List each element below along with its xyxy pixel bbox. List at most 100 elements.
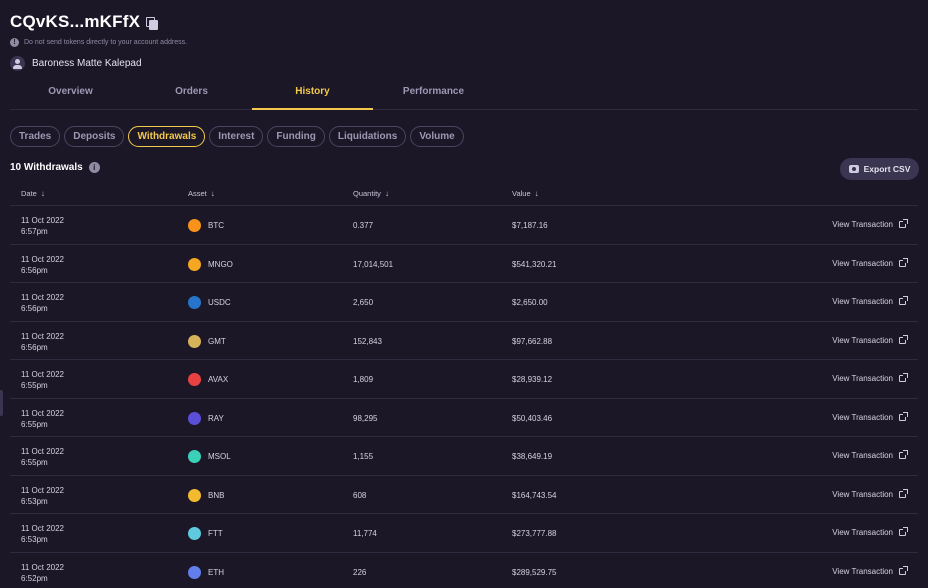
table-body: 11 Oct 2022 6:57pm BTC 0.377 $7,187.16 View T…	[10, 206, 918, 588]
row-date-day: 11 Oct 2022	[21, 331, 64, 341]
tab-orders[interactable]: Orders	[131, 78, 252, 109]
chip-volume[interactable]: Volume	[410, 126, 464, 147]
table-row: 11 Oct 2022 6:53pm FTT 11,774 $273,777.88 Vie…	[10, 514, 918, 553]
view-transaction-link[interactable]: View Transaction	[832, 488, 908, 499]
view-transaction-label: View Transaction	[832, 374, 893, 383]
export-csv-button[interactable]: Export CSV	[840, 158, 919, 180]
external-link-icon	[899, 411, 908, 421]
account-header: CQvKS...mKFfX ! Do not send tokens direc…	[10, 12, 187, 71]
copy-icon[interactable]	[146, 17, 159, 30]
chip-liquidations[interactable]: Liquidations	[328, 126, 407, 147]
info-icon[interactable]: i	[88, 162, 100, 173]
row-asset-symbol: RAY	[208, 413, 224, 423]
row-asset-symbol: BNB	[208, 490, 225, 500]
external-link-icon	[899, 488, 908, 498]
row-quantity: 1,155	[353, 452, 374, 461]
row-asset: USDC	[188, 296, 231, 309]
chip-funding[interactable]: Funding	[267, 126, 325, 147]
column-value[interactable]: Value ↓	[512, 189, 539, 198]
external-link-icon	[899, 257, 908, 267]
view-transaction-link[interactable]: View Transaction	[832, 296, 908, 306]
view-transaction-label: View Transaction	[832, 566, 893, 576]
view-transaction-link[interactable]: View Transaction	[832, 219, 908, 229]
row-date-day: 11 Oct 2022	[21, 524, 64, 533]
tab-history[interactable]: History	[252, 78, 373, 110]
row-value: $38,649.19	[512, 452, 553, 461]
table-row: 11 Oct 2022 6:55pm AVAX 1,809 $28,939.12 View…	[10, 360, 918, 399]
row-asset-symbol: BTC	[208, 221, 224, 230]
row-date-day: 11 Oct 2022	[21, 562, 64, 572]
usdc-icon	[188, 296, 201, 309]
warning-text: Do not send tokens directly to your acco…	[24, 39, 188, 46]
row-quantity: 608	[353, 490, 367, 500]
row-quantity: 226	[353, 567, 367, 577]
view-transaction-link[interactable]: View Transaction	[832, 527, 908, 537]
tab-performance[interactable]: Performance	[373, 78, 494, 109]
view-transaction-link[interactable]: View Transaction	[832, 334, 908, 345]
history-filter-chips: Trades Deposits Withdrawals Interest Fun…	[10, 126, 464, 147]
view-transaction-link[interactable]: View Transaction	[832, 411, 908, 422]
sidebar-drag-handle[interactable]	[0, 390, 3, 416]
ftt-icon	[188, 527, 201, 540]
row-date: 11 Oct 2022 6:55pm	[21, 408, 64, 430]
table-header: Date ↓ Asset ↓ Quantity ↓ Value ↓	[10, 184, 918, 206]
btc-icon	[188, 219, 201, 232]
avax-icon	[188, 373, 201, 386]
row-date-time: 6:55pm	[21, 381, 48, 390]
export-csv-label: Export CSV	[863, 164, 911, 174]
view-transaction-label: View Transaction	[832, 335, 893, 345]
row-date-day: 11 Oct 2022	[21, 408, 64, 418]
account-address: CQvKS...mKFfX	[10, 12, 141, 31]
row-asset: MNGO	[188, 257, 233, 271]
mngo-icon	[188, 257, 201, 271]
chip-deposits[interactable]: Deposits	[64, 126, 125, 147]
external-link-icon	[899, 296, 908, 305]
view-transaction-label: View Transaction	[832, 258, 893, 268]
row-value: $28,939.12	[512, 375, 553, 384]
column-quantity[interactable]: Quantity ↓	[353, 189, 389, 198]
view-transaction-link[interactable]: View Transaction	[832, 257, 908, 268]
view-transaction-label: View Transaction	[832, 412, 893, 422]
view-transaction-link[interactable]: View Transaction	[832, 450, 908, 460]
row-value: $541,320.21	[512, 259, 557, 269]
chip-withdrawals[interactable]: Withdrawals	[128, 126, 206, 147]
sort-arrow-icon: ↓	[534, 189, 539, 198]
row-asset: FTT	[188, 527, 223, 540]
row-date: 11 Oct 2022 6:56pm	[21, 331, 64, 353]
row-date: 11 Oct 2022 6:53pm	[21, 485, 64, 507]
sort-arrow-icon: ↓	[40, 189, 45, 198]
row-asset: BNB	[188, 488, 225, 502]
owner-name: Baroness Matte Kalepad	[32, 58, 142, 69]
account-tabs: Overview Orders History Performance	[10, 78, 918, 110]
view-transaction-link[interactable]: View Transaction	[832, 565, 908, 576]
row-date-time: 6:56pm	[21, 304, 48, 313]
view-transaction-label: View Transaction	[832, 220, 893, 229]
tab-overview[interactable]: Overview	[10, 78, 131, 109]
row-date-time: 6:56pm	[21, 342, 48, 352]
row-value: $50,403.46	[512, 413, 553, 423]
row-asset: BTC	[188, 219, 224, 232]
row-date: 11 Oct 2022 6:56pm	[21, 254, 64, 276]
row-date-time: 6:55pm	[21, 458, 48, 467]
row-date: 11 Oct 2022 6:55pm	[21, 446, 64, 468]
user-avatar-icon	[10, 56, 25, 71]
gmt-icon	[188, 334, 201, 348]
column-date[interactable]: Date ↓	[21, 189, 45, 198]
view-transaction-label: View Transaction	[832, 451, 893, 460]
row-date-day: 11 Oct 2022	[21, 485, 64, 495]
chip-interest[interactable]: Interest	[209, 126, 264, 147]
view-transaction-label: View Transaction	[832, 297, 893, 306]
external-link-icon	[899, 527, 908, 536]
column-asset[interactable]: Asset ↓	[188, 189, 215, 198]
external-link-icon	[899, 450, 908, 459]
row-asset-symbol: MSOL	[208, 452, 231, 461]
column-value-label: Value	[512, 189, 531, 198]
row-date-time: 6:57pm	[21, 227, 48, 236]
row-asset-symbol: GMT	[208, 336, 226, 346]
row-date: 11 Oct 2022 6:56pm	[21, 292, 64, 314]
row-date: 11 Oct 2022 6:52pm	[21, 562, 64, 584]
chip-trades[interactable]: Trades	[10, 126, 61, 147]
view-transaction-link[interactable]: View Transaction	[832, 373, 908, 383]
external-link-icon	[899, 219, 908, 228]
row-date-day: 11 Oct 2022	[21, 254, 64, 264]
